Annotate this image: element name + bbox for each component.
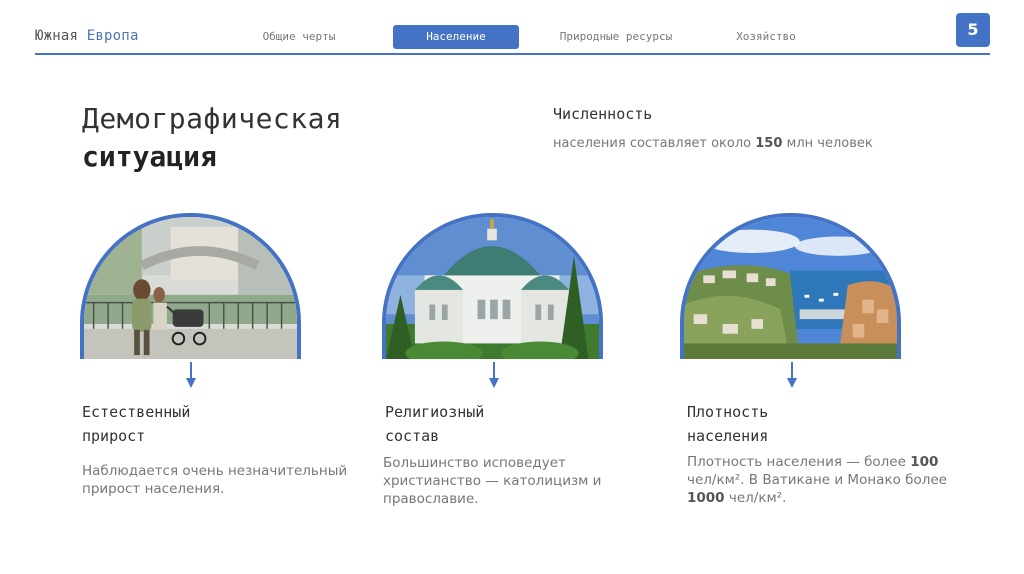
natural-growth-text: Наблюдается очень незначительный прирост… [82, 463, 348, 497]
nav-item-resources[interactable]: Природные ресурсы [540, 25, 692, 49]
nav-item-economy[interactable]: Хозяйство [718, 25, 814, 49]
nav-item-general[interactable]: Общие черты [245, 25, 353, 49]
orthodox-cathedral-photo [382, 213, 603, 359]
density-number-1: 100 [910, 454, 939, 470]
monaco-coast-photo [680, 213, 901, 359]
brand-word-2: Европа [86, 28, 139, 44]
family-street-photo [80, 213, 301, 359]
religion-heading: Религиозный состав [385, 403, 485, 445]
arrow-down-icon [186, 362, 196, 388]
religion-text: Большинство исповедует христианство — ка… [383, 455, 602, 507]
page-number-badge: 5 [956, 13, 990, 47]
slide-header: Южная Европа Общие черты Население Приро… [0, 0, 1024, 60]
density-text: Плотность населения — более 100 чел/км².… [687, 454, 947, 506]
population-number: 150 [755, 136, 783, 151]
title-line-2: ситуация [82, 140, 217, 173]
arrow-down-icon [787, 362, 797, 388]
brand-title: Южная Европа [35, 28, 139, 44]
population-text: населения составляет около 150 млн челов… [553, 136, 873, 151]
density-heading: Плотность населения [687, 403, 769, 445]
title-line-1: Демографическая [82, 102, 343, 135]
header-divider [35, 53, 990, 55]
brand-word-1: Южная [35, 28, 79, 44]
population-heading: Численность [553, 105, 653, 123]
slide-title: Демографическая ситуация [82, 100, 342, 176]
natural-growth-heading: Естественный прирост [82, 403, 191, 445]
density-number-2: 1000 [687, 490, 725, 506]
nav-item-population[interactable]: Население [393, 25, 519, 49]
arrow-down-icon [489, 362, 499, 388]
